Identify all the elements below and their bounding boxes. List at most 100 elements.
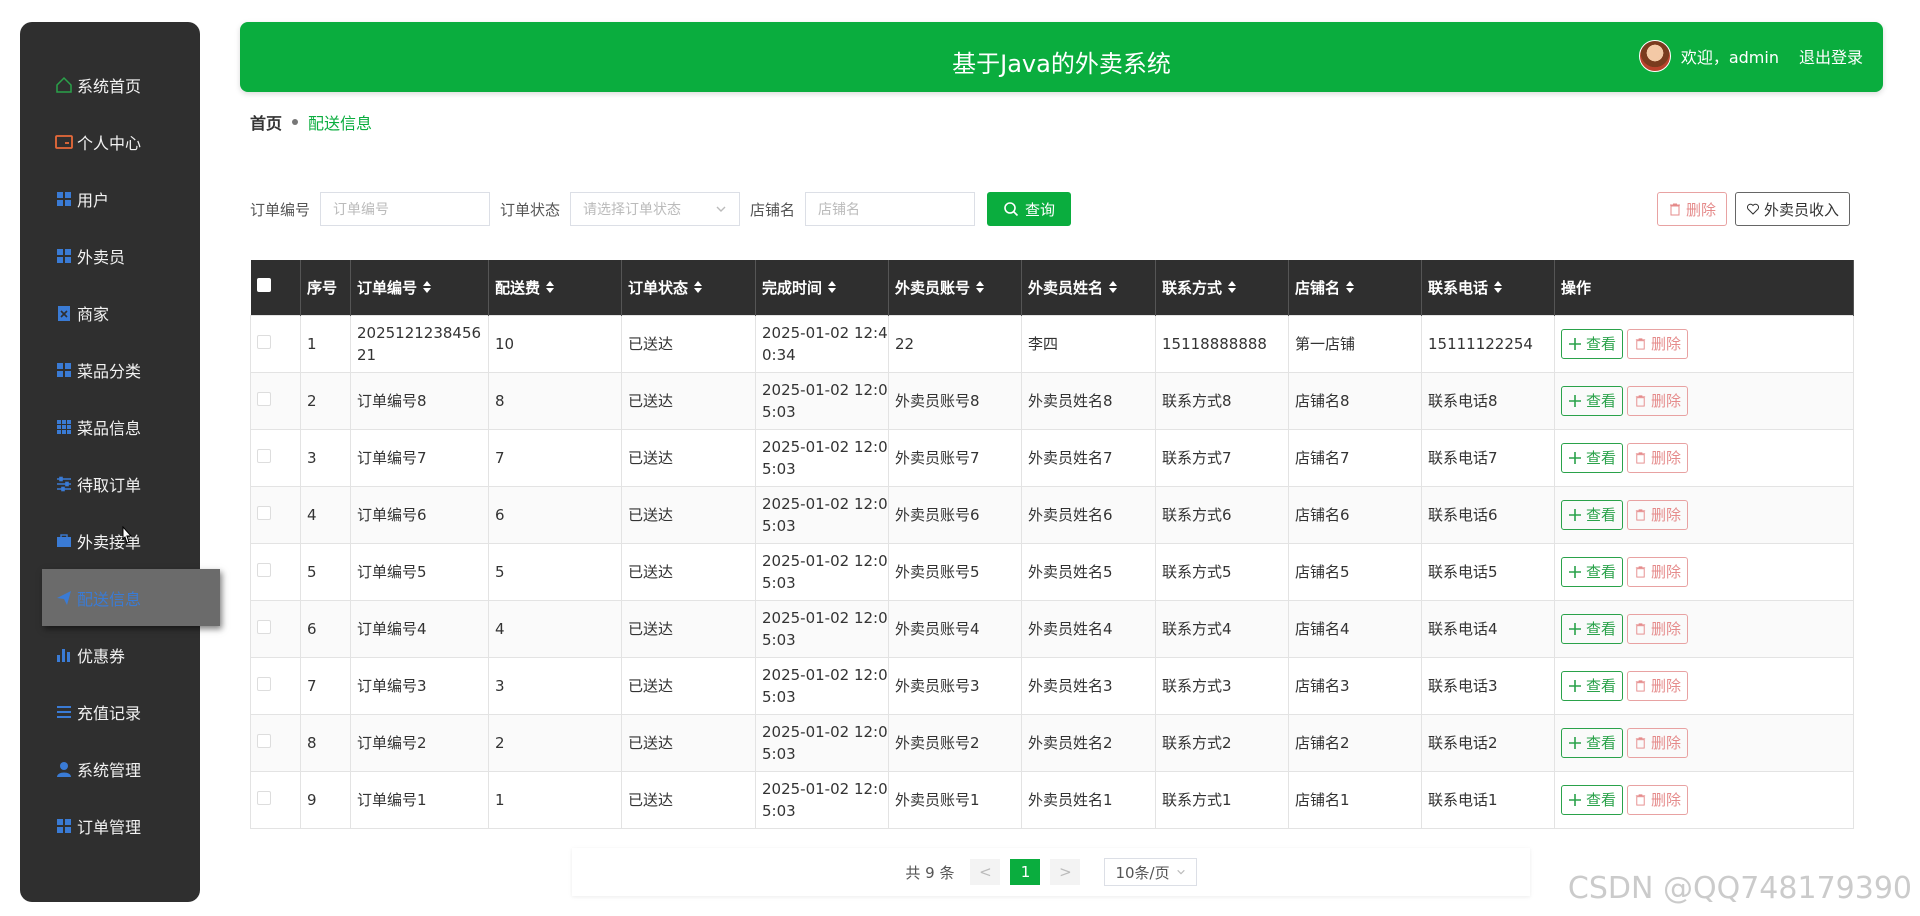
- breadcrumb-current: 配送信息: [308, 114, 373, 133]
- column-header[interactable]: 联系电话: [1421, 260, 1555, 315]
- page-1[interactable]: 1: [1010, 859, 1041, 885]
- sort-icon[interactable]: [423, 280, 432, 296]
- plus-icon: [1569, 451, 1581, 464]
- sidebar-item-6[interactable]: 菜品信息: [20, 398, 200, 455]
- breadcrumb-home[interactable]: 首页: [250, 110, 282, 134]
- table-cell: 7: [488, 428, 622, 487]
- mouse-pointer-icon: [120, 525, 134, 546]
- status-select[interactable]: 请选择订单状态: [570, 192, 741, 226]
- toolbar-actions: 删除 外卖员收入: [1649, 192, 1850, 226]
- view-button[interactable]: 查看: [1561, 727, 1624, 758]
- table-cell: 外卖员账号7: [888, 428, 1022, 487]
- batch-delete-label: 删除: [1685, 200, 1716, 219]
- table-row: 3 订单编号7 7 已送达 2025-01-02 12:05:03 外卖员账号7 外卖员姓名…: [250, 428, 1854, 487]
- actions-cell: 查看 删除: [1554, 770, 1854, 829]
- batch-delete-button[interactable]: 删除: [1656, 192, 1727, 226]
- sort-icon[interactable]: [976, 280, 985, 296]
- column-header[interactable]: 订单状态: [621, 260, 756, 315]
- view-button[interactable]: 查看: [1561, 442, 1624, 473]
- sidebar-item-2[interactable]: 用户: [20, 170, 200, 227]
- column-header[interactable]: 外卖员账号: [888, 260, 1022, 315]
- delete-button[interactable]: 删除: [1627, 328, 1689, 359]
- view-button[interactable]: 查看: [1561, 784, 1624, 815]
- delete-button[interactable]: 删除: [1627, 613, 1689, 644]
- row-checkbox[interactable]: [257, 790, 271, 805]
- column-header[interactable]: 联系方式: [1155, 260, 1289, 315]
- sidebar-item-9[interactable]: 配送信息: [42, 569, 220, 626]
- sidebar-item-10[interactable]: 优惠券: [20, 626, 200, 683]
- select-all-checkbox[interactable]: [256, 278, 271, 293]
- row-checkbox[interactable]: [257, 391, 271, 406]
- table-cell: 外卖员姓名3: [1021, 656, 1156, 715]
- sidebar-item-1[interactable]: 个人中心: [20, 113, 200, 170]
- table-cell: 已送达: [621, 656, 756, 715]
- search-bar: 订单编号 订单编号 订单状态 请选择订单状态 店铺名 店铺名 查询: [250, 192, 1072, 226]
- sidebar-item-4[interactable]: 商家: [20, 284, 200, 341]
- view-label: 查看: [1586, 676, 1617, 695]
- row-checkbox[interactable]: [257, 562, 271, 577]
- row-checkbox[interactable]: [257, 619, 271, 634]
- column-header[interactable]: 店铺名: [1288, 260, 1422, 315]
- sort-icon[interactable]: [694, 280, 703, 296]
- sidebar-item-11[interactable]: 充值记录: [20, 683, 200, 740]
- row-checkbox[interactable]: [257, 733, 271, 748]
- table-cell: 第一店铺: [1288, 314, 1422, 373]
- view-button[interactable]: 查看: [1561, 670, 1624, 701]
- view-button[interactable]: 查看: [1561, 556, 1624, 587]
- plus-icon: [1569, 679, 1581, 692]
- view-button[interactable]: 查看: [1561, 385, 1624, 416]
- delete-button[interactable]: 删除: [1627, 442, 1689, 473]
- table-cell: 联系方式3: [1155, 656, 1289, 715]
- row-checkbox[interactable]: [257, 334, 271, 349]
- query-button[interactable]: 查询: [987, 192, 1072, 226]
- prev-page-button[interactable]: <: [970, 859, 1001, 885]
- view-button[interactable]: 查看: [1561, 499, 1624, 530]
- sidebar-item-0[interactable]: 系统首页: [20, 56, 200, 113]
- sidebar-item-7[interactable]: 待取订单: [20, 455, 200, 512]
- table-cell: 李四: [1021, 314, 1156, 373]
- select-all-cell: [250, 260, 301, 315]
- sidebar-item-12[interactable]: 系统管理: [20, 740, 200, 797]
- sort-icon[interactable]: [1228, 280, 1237, 296]
- table-cell: 22: [888, 314, 1022, 373]
- sort-icon[interactable]: [546, 280, 555, 296]
- sort-icon[interactable]: [828, 280, 837, 296]
- delete-button[interactable]: 删除: [1627, 670, 1689, 701]
- sort-icon[interactable]: [1109, 280, 1118, 296]
- table-cell: 外卖员姓名1: [1021, 770, 1156, 829]
- sidebar-item-5[interactable]: 菜品分类: [20, 341, 200, 398]
- view-button[interactable]: 查看: [1561, 613, 1624, 644]
- row-checkbox[interactable]: [257, 505, 271, 520]
- delete-button[interactable]: 删除: [1627, 556, 1689, 587]
- table-cell: 外卖员账号8: [888, 371, 1022, 430]
- column-header[interactable]: 订单编号: [350, 260, 489, 315]
- avatar[interactable]: [1638, 40, 1671, 72]
- view-button[interactable]: 查看: [1561, 328, 1624, 359]
- table-row: 6 订单编号4 4 已送达 2025-01-02 12:05:03 外卖员账号4 外卖员姓名…: [250, 599, 1854, 658]
- sidebar-item-13[interactable]: 订单管理: [20, 797, 200, 854]
- sidebar-item-8[interactable]: 外卖接单: [20, 512, 200, 569]
- row-select-cell: [250, 542, 301, 601]
- sidebar-item-3[interactable]: 外卖员: [20, 227, 200, 284]
- delete-button[interactable]: 删除: [1627, 727, 1689, 758]
- shop-input[interactable]: 店铺名: [805, 192, 976, 226]
- table-cell: 2025-01-02 12:40:34: [755, 314, 889, 373]
- column-header[interactable]: 外卖员姓名: [1021, 260, 1156, 315]
- table-cell: 15111122254: [1421, 314, 1555, 373]
- column-header[interactable]: 配送费: [488, 260, 622, 315]
- rider-income-button[interactable]: 外卖员收入: [1734, 192, 1850, 226]
- sort-icon[interactable]: [1494, 280, 1503, 296]
- next-page-button[interactable]: >: [1050, 859, 1081, 885]
- delete-button[interactable]: 删除: [1627, 499, 1689, 530]
- page-size-select[interactable]: 10条/页: [1104, 858, 1197, 886]
- logout-button[interactable]: 退出登录: [1799, 44, 1863, 68]
- table-cell: 外卖员账号4: [888, 599, 1022, 658]
- delete-button[interactable]: 删除: [1627, 385, 1689, 416]
- column-header[interactable]: 完成时间: [755, 260, 889, 315]
- sort-icon[interactable]: [1346, 280, 1355, 296]
- order-no-input[interactable]: 订单编号: [320, 192, 491, 226]
- delete-button[interactable]: 删除: [1627, 784, 1689, 815]
- row-checkbox[interactable]: [257, 676, 271, 691]
- table-cell: 3: [488, 656, 622, 715]
- row-checkbox[interactable]: [257, 448, 271, 463]
